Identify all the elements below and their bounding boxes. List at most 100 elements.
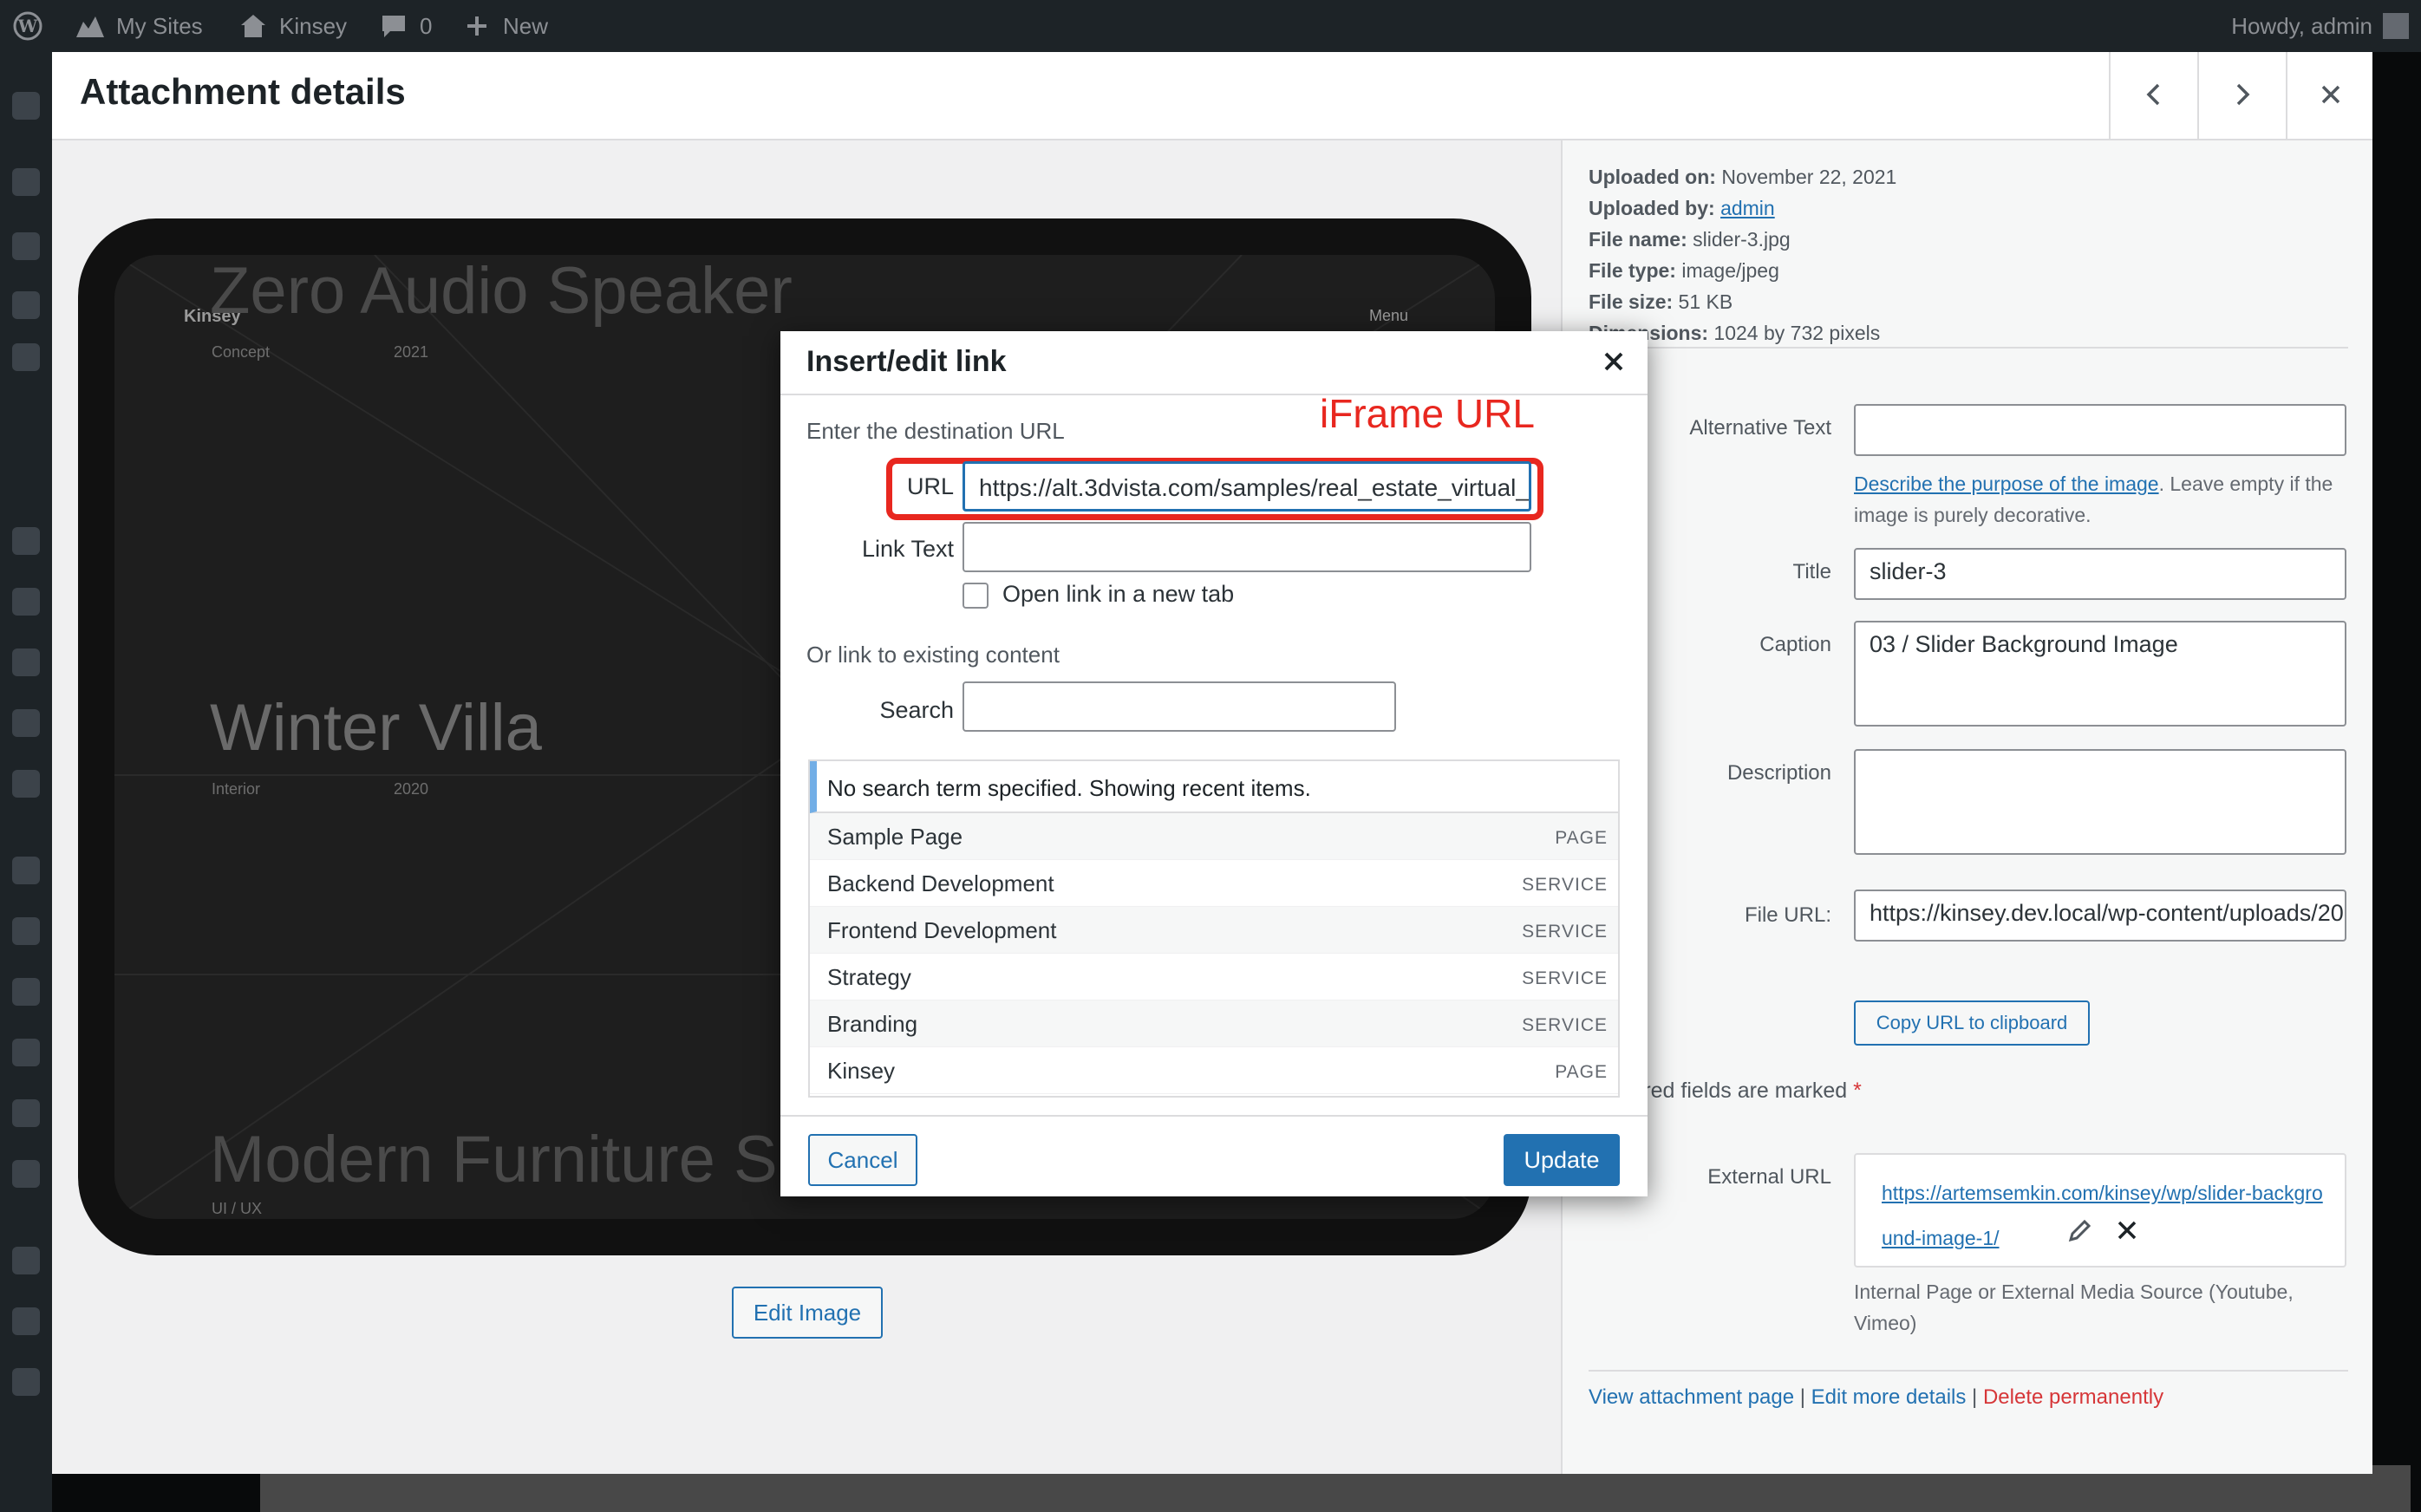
chevron-right-icon	[2229, 81, 2255, 112]
list-item[interactable]: Sample Page PAGE	[810, 813, 1618, 860]
file-name-row: File name: slider-3.jpg	[1589, 224, 1896, 255]
next-button[interactable]	[2197, 52, 2286, 140]
update-button[interactable]: Update	[1504, 1134, 1620, 1186]
pages-icon[interactable]	[12, 527, 40, 555]
file-size-label: File size:	[1589, 290, 1674, 313]
theme-icon[interactable]	[12, 1247, 40, 1274]
file-size-value: 51 KB	[1678, 290, 1733, 313]
list-item[interactable]: Branding SERVICE	[810, 1000, 1618, 1047]
uploaded-on-label: Uploaded on:	[1589, 166, 1716, 188]
alt-text-help-link[interactable]: Describe the purpose of the image	[1854, 472, 2159, 495]
delete-permanently-link[interactable]: Delete permanently	[1983, 1385, 2163, 1409]
plugins-icon[interactable]	[12, 857, 40, 884]
tools-icon[interactable]	[12, 291, 40, 319]
attachment-actions: View attachment page | Edit more details…	[1589, 1385, 2163, 1410]
admin-side-menu	[0, 52, 52, 1512]
external-url-box: https://artemsemkin.com/kinsey/wp/slider…	[1854, 1153, 2346, 1268]
collapse-menu-icon[interactable]	[12, 1368, 40, 1396]
link-text-label: Link Text	[861, 536, 954, 562]
new-label: New	[503, 12, 549, 39]
dashboard-icon[interactable]	[12, 92, 40, 120]
comments-icon[interactable]	[12, 588, 40, 616]
posts-icon[interactable]	[12, 168, 40, 196]
result-type: PAGE	[1555, 1062, 1608, 1082]
uploaded-by-label: Uploaded by:	[1589, 197, 1715, 219]
file-name-label: File name:	[1589, 228, 1687, 251]
title-input[interactable]: slider-3	[1854, 548, 2346, 600]
separator-2: |	[1966, 1385, 1983, 1409]
copy-url-button[interactable]: Copy URL to clipboard	[1854, 1000, 2090, 1046]
translate-icon[interactable]	[12, 1307, 40, 1335]
iframe-url-annotation: iFrame URL	[1320, 391, 1535, 436]
link-dialog-close-button[interactable]	[1596, 345, 1632, 381]
appearance-icon[interactable]	[12, 232, 40, 260]
my-sites-menu[interactable]: My Sites	[75, 0, 203, 52]
close-icon	[2319, 82, 2343, 111]
new-content-menu[interactable]: New	[461, 0, 548, 52]
media-icon[interactable]	[12, 343, 40, 371]
remove-link-icon[interactable]	[2116, 1219, 2138, 1246]
list-item[interactable]: Frontend Development SERVICE	[810, 907, 1618, 954]
open-new-tab-checkbox[interactable]	[963, 583, 989, 609]
preview-heading-bottom: Modern Furniture S	[210, 1123, 778, 1196]
account-menu[interactable]: Howdy, admin	[2231, 0, 2409, 52]
required-star: *	[1853, 1079, 1862, 1103]
result-type: SERVICE	[1522, 875, 1608, 895]
separator-1: |	[1794, 1385, 1811, 1409]
services-icon[interactable]	[12, 709, 40, 737]
comments-count: 0	[420, 12, 433, 39]
customize-icon[interactable]	[12, 917, 40, 945]
comment-icon	[378, 10, 409, 42]
result-type: SERVICE	[1522, 968, 1608, 988]
alt-text-input[interactable]	[1854, 404, 2346, 456]
list-item[interactable]: Strategy SERVICE	[810, 954, 1618, 1000]
file-size-row: File size: 51 KB	[1589, 286, 1896, 317]
url-input[interactable]: https://alt.3dvista.com/samples/real_est…	[963, 461, 1531, 512]
wordpress-logo-button[interactable]: W	[12, 0, 43, 52]
close-icon	[1603, 351, 1624, 376]
divider	[1589, 347, 2348, 349]
preview-meta-bottom: UI / UX	[212, 1200, 263, 1217]
preview-meta-mid-a: Interior	[212, 780, 261, 798]
link-text-input[interactable]	[963, 522, 1531, 572]
mail-icon[interactable]	[12, 648, 40, 676]
uploaded-on-row: Uploaded on: November 22, 2021	[1589, 161, 1896, 192]
close-modal-button[interactable]	[2286, 52, 2374, 140]
plus-icon	[461, 10, 493, 42]
settings-icon[interactable]	[12, 1099, 40, 1127]
view-attachment-link[interactable]: View attachment page	[1589, 1385, 1794, 1409]
sites-icon	[75, 10, 106, 42]
edit-more-details-link[interactable]: Edit more details	[1811, 1385, 1967, 1409]
uploaded-on-value: November 22, 2021	[1721, 166, 1897, 188]
modal-title: Attachment details	[80, 71, 406, 112]
users-icon[interactable]	[12, 978, 40, 1006]
result-title: Branding	[827, 1011, 918, 1037]
preview-menu: Menu	[1368, 307, 1408, 324]
previous-button[interactable]	[2109, 52, 2197, 140]
comments-menu[interactable]: 0	[378, 0, 432, 52]
open-new-tab-label: Open link in a new tab	[1002, 581, 1235, 607]
typography-icon[interactable]	[12, 1160, 40, 1188]
file-type-label: File type:	[1589, 259, 1676, 282]
site-name-menu[interactable]: Kinsey	[238, 0, 347, 52]
list-item[interactable]: Kinsey PAGE	[810, 1047, 1618, 1094]
list-item[interactable]: Backend Development SERVICE	[810, 860, 1618, 907]
description-textarea[interactable]	[1854, 749, 2346, 855]
search-input[interactable]	[963, 681, 1396, 732]
cancel-button[interactable]: Cancel	[808, 1134, 917, 1186]
link-dialog-header: Insert/edit link	[780, 331, 1648, 395]
url-label: URL	[906, 473, 954, 499]
external-url-link[interactable]: https://artemsemkin.com/kinsey/wp/slider…	[1882, 1170, 2333, 1261]
result-type: SERVICE	[1522, 922, 1608, 942]
edit-image-button[interactable]: Edit Image	[732, 1287, 883, 1339]
folder-icon[interactable]	[12, 770, 40, 798]
edit-pencil-icon[interactable]	[2067, 1217, 2093, 1248]
alt-text-help: Describe the purpose of the image. Leave…	[1854, 468, 2357, 531]
file-details: Uploaded on: November 22, 2021 Uploaded …	[1589, 161, 1896, 349]
uploaded-by-link[interactable]: admin	[1720, 197, 1775, 219]
file-type-row: File type: image/jpeg	[1589, 255, 1896, 286]
external-url-help: Internal Page or External Media Source (…	[1854, 1281, 2294, 1334]
file-url-input[interactable]: https://kinsey.dev.local/wp-content/uplo…	[1854, 890, 2346, 942]
caption-textarea[interactable]: 03 / Slider Background Image	[1854, 621, 2346, 727]
wrench-icon[interactable]	[12, 1039, 40, 1066]
